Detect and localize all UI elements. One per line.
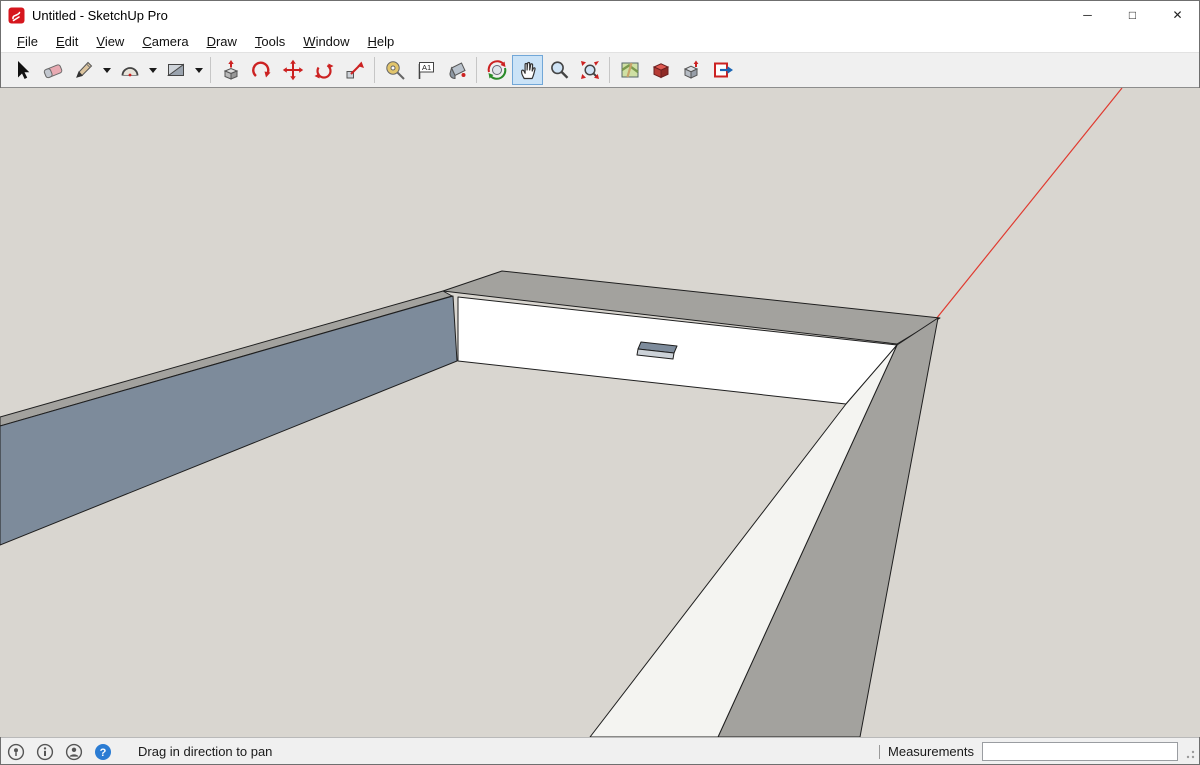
dimension-text-tool-button[interactable]: A1 [410,55,441,85]
menu-bar: File Edit View Camera Draw Tools Window Help [0,30,1200,52]
orbit-icon [487,60,506,80]
menu-file[interactable]: File [8,32,47,51]
credits-info-icon[interactable] [35,742,55,762]
geolocation-status-icon[interactable] [6,742,26,762]
pan-tool-button[interactable] [512,55,543,85]
share-model-icon [683,60,698,79]
zoom-icon [550,61,568,79]
send-to-layout-tool-button[interactable] [707,55,738,85]
add-location-icon [620,62,639,78]
line-tool-dropdown[interactable] [99,55,114,85]
move-tool-button[interactable] [277,55,308,85]
follow-me-tool-button[interactable] [246,55,277,85]
sign-in-user-icon[interactable] [64,742,84,762]
shapes-tool-button[interactable] [160,55,191,85]
minimize-button[interactable]: ─ [1065,0,1110,30]
sketchup-window: Untitled - SketchUp Pro ─ □ ✕ File Edit Vi… [0,0,1200,765]
menu-edit[interactable]: Edit [47,32,87,51]
share-model-tool-button[interactable] [676,55,707,85]
chevron-down-icon [102,68,111,77]
measurements-label: Measurements [888,744,974,759]
line-tool-button[interactable] [68,55,99,85]
window-title: Untitled - SketchUp Pro [32,7,168,23]
resize-grip[interactable] [1182,744,1196,760]
toolbar-separator [476,57,477,83]
eraser-tool-button[interactable] [37,55,68,85]
eraser-icon [43,64,62,79]
svg-text:?: ? [100,747,107,759]
pan-hand-icon [520,61,536,80]
menu-view[interactable]: View [87,32,133,51]
shapes-tool-dropdown[interactable] [191,55,206,85]
select-arrow-icon [17,61,29,79]
main-toolbar: A1 [0,52,1200,88]
toolbar-separator [609,57,610,83]
arc-tool-button[interactable] [114,55,145,85]
menu-window[interactable]: Window [294,32,358,51]
tape-measure-icon [385,61,405,80]
scale-tool-button[interactable] [339,55,370,85]
menu-tools[interactable]: Tools [246,32,294,51]
statusbar-splitter[interactable] [879,744,881,759]
arc-tool-dropdown[interactable] [145,55,160,85]
send-to-layout-icon [713,62,733,78]
toolbar-separator [374,57,375,83]
scale-icon [346,61,364,79]
sketchup-logo [8,7,25,23]
rotate-icon [314,63,333,79]
rectangle-icon [166,63,184,76]
maximize-button[interactable]: □ [1110,0,1155,30]
chevron-down-icon [148,68,157,77]
pencil-icon [75,61,92,78]
chevron-down-icon [194,68,203,77]
tape-measure-tool-button[interactable] [379,55,410,85]
select-tool-button[interactable] [6,55,37,85]
svg-text:A1: A1 [422,63,431,72]
warehouse-cube-icon [652,63,669,79]
measurements-input[interactable] [982,742,1178,761]
add-location-tool-button[interactable] [614,55,645,85]
move-icon [282,59,303,81]
paint-bucket-tool-button[interactable] [441,55,472,85]
status-bar: ? Drag in direction to pan Measurements [0,737,1200,765]
push-pull-icon [223,60,238,80]
status-message: Drag in direction to pan [138,744,273,759]
text-flag-icon: A1 [418,62,434,79]
toolbar-separator [210,57,211,83]
follow-me-icon [251,61,270,78]
rotate-tool-button[interactable] [308,55,339,85]
zoom-extents-icon [580,61,599,79]
orbit-tool-button[interactable] [481,55,512,85]
zoom-extents-tool-button[interactable] [574,55,605,85]
push-pull-tool-button[interactable] [215,55,246,85]
arc-icon [121,67,138,77]
get-models-tool-button[interactable] [645,55,676,85]
title-bar: Untitled - SketchUp Pro ─ □ ✕ [0,0,1200,30]
zoom-tool-button[interactable] [543,55,574,85]
model-scene [0,88,1200,737]
menu-help[interactable]: Help [359,32,404,51]
help-icon[interactable]: ? [93,742,113,762]
close-button[interactable]: ✕ [1155,0,1200,30]
menu-draw[interactable]: Draw [198,32,246,51]
paint-bucket-icon [448,62,466,80]
menu-camera[interactable]: Camera [133,32,197,51]
model-viewport[interactable] [0,88,1200,737]
